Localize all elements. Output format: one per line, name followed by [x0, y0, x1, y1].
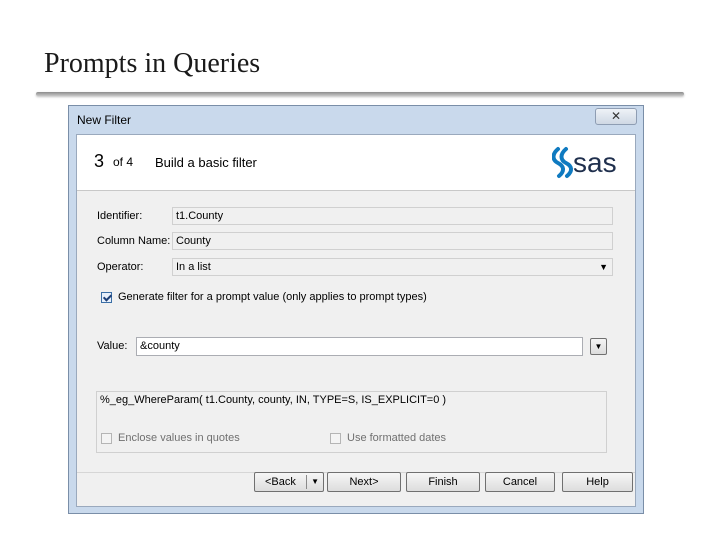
slide-title: Prompts in Queries [44, 48, 261, 79]
dropdown-arrow-icon[interactable]: ▼ [311, 473, 319, 491]
step-number: 3 [94, 151, 105, 171]
title-divider [36, 92, 684, 96]
help-button[interactable]: Help [562, 472, 633, 492]
generate-filter-checkbox[interactable] [101, 292, 112, 303]
value-menu-button[interactable]: ▼ [590, 338, 607, 355]
value-input[interactable]: &county [136, 337, 583, 356]
formatted-dates-checkbox[interactable] [330, 433, 341, 444]
next-button[interactable]: Next> [327, 472, 401, 492]
dropdown-arrow-icon: ▼ [594, 342, 603, 351]
generate-filter-label: Generate filter for a prompt value (only… [118, 291, 427, 303]
finish-button[interactable]: Finish [406, 472, 480, 492]
back-button[interactable]: <Back ▼ [254, 472, 324, 492]
enclose-quotes-checkbox[interactable] [101, 433, 112, 444]
enclose-quotes-label: Enclose values in quotes [118, 432, 240, 444]
step-title: Build a basic filter [155, 155, 257, 170]
dropdown-arrow-icon: ▼ [599, 262, 608, 272]
identifier-field: t1.County [172, 207, 613, 225]
dialog-titlebar[interactable]: New Filter ✕ [69, 106, 643, 134]
close-icon: ✕ [610, 109, 622, 123]
close-button[interactable]: ✕ [595, 108, 637, 125]
split-separator [306, 475, 307, 489]
formatted-dates-label: Use formatted dates [347, 432, 447, 444]
value-label: Value: [97, 340, 128, 352]
dialog-client-area: 3 of 4 Build a basic filter sas Identifi… [76, 134, 636, 507]
operator-label: Operator: [97, 261, 144, 273]
sas-logo-icon: sas [552, 147, 617, 178]
cancel-button[interactable]: Cancel [485, 472, 555, 492]
new-filter-dialog: New Filter ✕ 3 of 4 Build a basic filter… [68, 105, 644, 514]
wizard-header: 3 of 4 Build a basic filter sas [77, 135, 635, 191]
step-total: of 4 [113, 155, 134, 169]
identifier-label: Identifier: [97, 210, 143, 222]
sas-logo-text: sas [573, 147, 617, 178]
dialog-title: New Filter [77, 113, 132, 127]
column-name-field: County [172, 232, 613, 250]
operator-value: In a list [176, 261, 211, 273]
back-button-label: <Back [265, 476, 296, 488]
operator-dropdown[interactable]: In a list ▼ [172, 258, 613, 276]
column-name-label: Column Name: [97, 235, 171, 247]
